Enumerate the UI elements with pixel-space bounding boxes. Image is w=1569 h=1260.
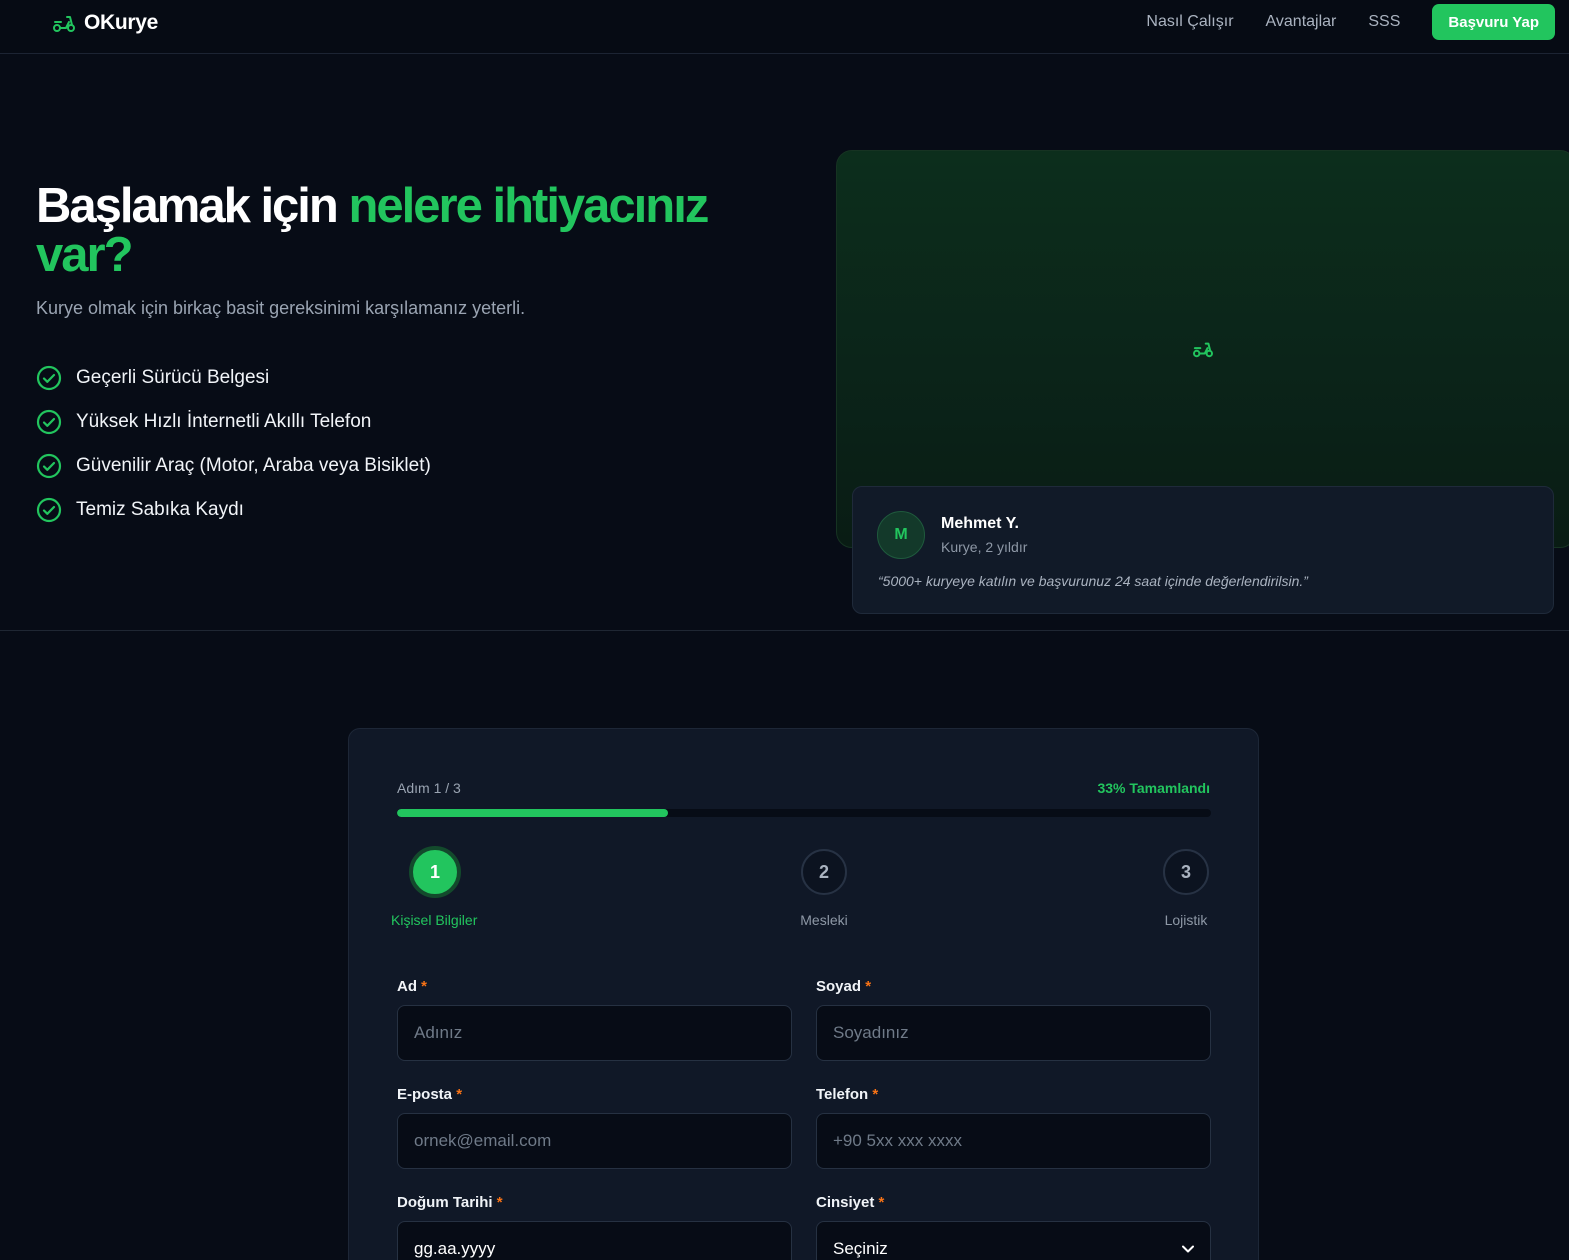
section-divider	[0, 630, 1569, 631]
requirement-item: Geçerli Sürücü Belgesi	[36, 356, 431, 400]
check-circle-icon	[36, 497, 62, 523]
apply-button[interactable]: Başvuru Yap	[1432, 4, 1555, 40]
hero-subtitle: Kurye olmak için birkaç basit gereksinim…	[36, 298, 526, 318]
brand-name: OKurye	[84, 11, 159, 34]
step-personal-info[interactable]: 1 Kişisel Bilgiler	[391, 846, 511, 928]
last-name-label: Soyad *	[816, 978, 871, 995]
required-mark: *	[496, 1194, 503, 1211]
progress-bar	[397, 809, 1211, 817]
application-form-card: Adım 1 / 3 33% Tamamlandı 1 Kişisel Bilg…	[348, 728, 1259, 1260]
step-counter: Adım 1 / 3	[397, 780, 461, 796]
gender-label: Cinsiyet *	[816, 1194, 884, 1211]
step-label: Lojistik	[1164, 912, 1208, 928]
requirement-text: Geçerli Sürücü Belgesi	[76, 367, 270, 388]
check-circle-icon	[36, 453, 62, 479]
requirement-text: Temiz Sabıka Kaydı	[76, 499, 244, 520]
required-mark: *	[421, 978, 428, 995]
brand-logo[interactable]: OKurye	[52, 11, 158, 35]
required-mark: *	[872, 1086, 879, 1103]
phone-input[interactable]	[816, 1113, 1211, 1169]
avatar: M	[877, 511, 925, 559]
step-logistics[interactable]: 3 Lojistik	[1136, 849, 1236, 928]
testimonial-quote: “5000+ kuryeye katılın ve başvurunuz 24 …	[878, 573, 1308, 589]
first-name-input[interactable]	[397, 1005, 792, 1061]
requirement-text: Güvenilir Araç (Motor, Araba veya Bisikl…	[76, 455, 431, 476]
birth-date-label: Doğum Tarihi *	[397, 1194, 503, 1211]
requirement-item: Yüksek Hızlı İnternetli Akıllı Telefon	[36, 400, 431, 444]
scooter-icon	[1193, 342, 1213, 358]
requirement-item: Temiz Sabıka Kaydı	[36, 488, 431, 532]
progress-percent-label: 33% Tamamlandı	[1097, 780, 1210, 796]
main-nav: Nasıl Çalışır Avantajlar SSS Başvuru Yap	[1146, 0, 1555, 44]
requirement-item: Güvenilir Araç (Motor, Araba veya Bisikl…	[36, 444, 431, 488]
step-number-circle: 2	[801, 849, 847, 895]
nav-link-faq[interactable]: SSS	[1368, 13, 1400, 31]
hero-title-plain: Başlamak için	[36, 179, 349, 233]
nav-link-benefits[interactable]: Avantajlar	[1266, 13, 1337, 31]
requirements-list: Geçerli Sürücü Belgesi Yüksek Hızlı İnte…	[36, 356, 431, 532]
label-text: Doğum Tarihi	[397, 1194, 493, 1211]
email-label: E-posta *	[397, 1086, 462, 1103]
label-text: Ad	[397, 978, 417, 995]
required-mark: *	[456, 1086, 463, 1103]
step-label: Mesleki	[800, 912, 848, 928]
first-name-label: Ad *	[397, 978, 427, 995]
label-text: Cinsiyet	[816, 1194, 875, 1211]
gender-select[interactable]: Seçiniz	[816, 1221, 1211, 1260]
testimonial-role: Kurye, 2 yıldır	[941, 539, 1028, 555]
label-text: Telefon	[816, 1086, 869, 1103]
label-text: Soyad	[816, 978, 862, 995]
step-number-circle: 3	[1163, 849, 1209, 895]
step-professional[interactable]: 2 Mesleki	[774, 849, 874, 928]
nav-link-how-it-works[interactable]: Nasıl Çalışır	[1146, 13, 1233, 31]
chevron-down-icon	[1182, 1245, 1194, 1253]
birth-date-placeholder: gg.aa.yyyy	[414, 1239, 496, 1258]
hero-title: Başlamak için nelere ihtiyacınız var?	[36, 182, 756, 280]
top-navigation-bar: OKurye Nasıl Çalışır Avantajlar SSS Başv…	[0, 0, 1569, 54]
required-mark: *	[878, 1194, 885, 1211]
testimonial-card: M Mehmet Y. Kurye, 2 yıldır “5000+ kurye…	[852, 486, 1554, 614]
check-circle-icon	[36, 409, 62, 435]
email-input[interactable]	[397, 1113, 792, 1169]
birth-date-input[interactable]: gg.aa.yyyy	[397, 1221, 792, 1260]
progress-bar-fill	[397, 809, 669, 817]
gender-selected-value: Seçiniz	[833, 1239, 888, 1258]
requirement-text: Yüksek Hızlı İnternetli Akıllı Telefon	[76, 411, 372, 432]
required-mark: *	[865, 978, 872, 995]
last-name-input[interactable]	[816, 1005, 1211, 1061]
scooter-icon	[53, 16, 75, 32]
phone-label: Telefon *	[816, 1086, 878, 1103]
check-circle-icon	[36, 365, 62, 391]
step-label: Kişisel Bilgiler	[391, 912, 478, 928]
step-number-circle: 1	[409, 846, 461, 898]
label-text: E-posta	[397, 1086, 453, 1103]
testimonial-name: Mehmet Y.	[941, 515, 1019, 532]
